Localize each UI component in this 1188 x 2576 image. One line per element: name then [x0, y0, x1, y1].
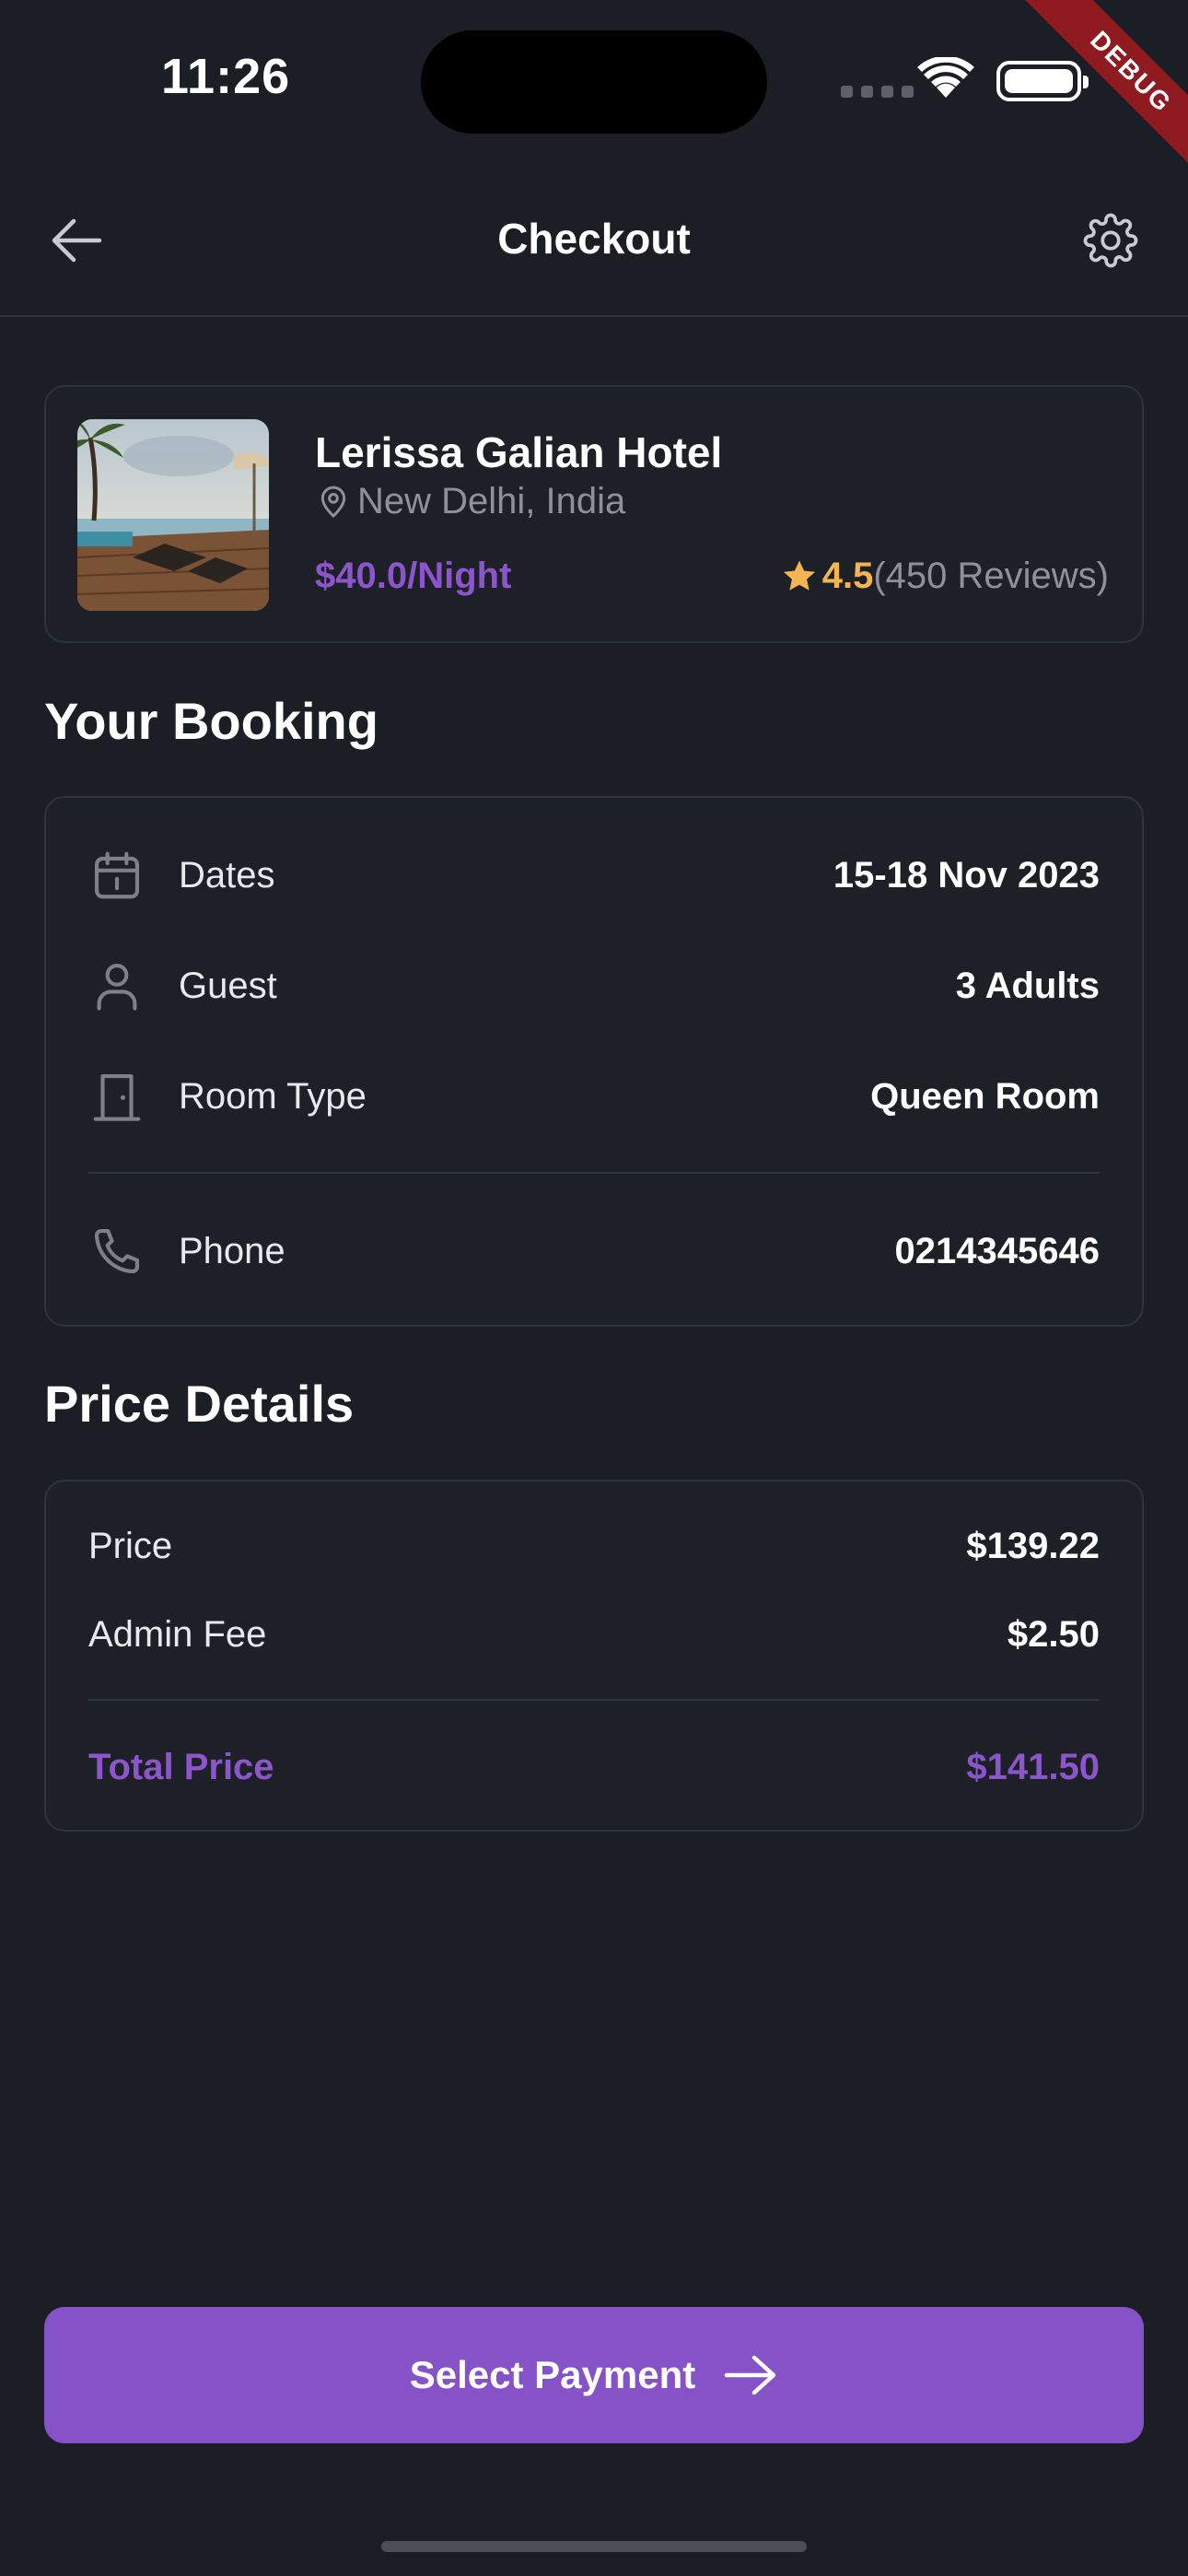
status-time: 11:26 [161, 49, 291, 104]
total-price-label: Total Price [88, 1747, 274, 1787]
hotel-location-text: New Delhi, India [357, 481, 626, 521]
booking-divider [88, 1172, 1100, 1174]
review-count: (450 Reviews) [873, 556, 1109, 596]
booking-value: 3 Adults [955, 965, 1100, 1006]
debug-banner-wrap: DEBUG [1004, 0, 1188, 184]
booking-label: Room Type [179, 1075, 367, 1117]
hotel-thumbnail [77, 419, 269, 611]
dynamic-island [421, 30, 767, 134]
gear-icon[interactable] [1083, 213, 1138, 268]
rating-value: 4.5 [821, 556, 874, 596]
door-icon [93, 1073, 141, 1121]
booking-label: Dates [179, 854, 275, 896]
booking-row-phone: Phone 0214345646 [88, 1214, 1100, 1288]
star-icon [783, 560, 815, 591]
admin-fee-row: Admin Fee $2.50 [88, 1614, 1100, 1656]
hotel-location: New Delhi, India [315, 481, 625, 522]
phone-icon [94, 1228, 140, 1274]
wifi-icon [917, 57, 974, 98]
booking-label: Guest [179, 965, 277, 1006]
booking-value: Queen Room [870, 1075, 1100, 1117]
booking-value: 15-18 Nov 2023 [833, 854, 1100, 896]
select-payment-label: Select Payment [409, 2353, 696, 2396]
booking-row-dates: Dates 15-18 Nov 2023 [88, 838, 1100, 912]
price-row: Price $139.22 [88, 1526, 1100, 1567]
total-price-row: Total Price $141.50 [88, 1747, 1100, 1788]
price-value: $139.22 [966, 1526, 1100, 1566]
hotel-name: Lerissa Galian Hotel [315, 428, 723, 476]
select-payment-button[interactable]: Select Payment [44, 2307, 1144, 2443]
arrow-right-icon [725, 2355, 776, 2395]
calendar-icon [94, 851, 140, 899]
admin-fee-label: Admin Fee [88, 1614, 267, 1655]
booking-row-room-type: Room Type Queen Room [88, 1060, 1100, 1133]
admin-fee-value: $2.50 [1007, 1614, 1100, 1655]
cellular-signal-icon [841, 86, 914, 98]
debug-banner: DEBUG [1016, 0, 1188, 184]
home-indicator[interactable] [381, 2541, 807, 2552]
price-divider [88, 1699, 1100, 1701]
booking-value: 0214345646 [894, 1230, 1100, 1271]
booking-row-guest: Guest 3 Adults [88, 949, 1100, 1023]
price-details-heading: Price Details [44, 1375, 355, 1433]
person-icon [97, 963, 137, 1011]
hotel-price: $40.0/Night [315, 556, 512, 596]
page-title: Checkout [497, 215, 691, 263]
booking-heading: Your Booking [44, 692, 379, 750]
price-label: Price [88, 1526, 173, 1566]
header-divider [0, 315, 1188, 317]
location-pin-icon [320, 486, 346, 518]
hotel-rating: 4.5 (450 Reviews) [780, 556, 1109, 597]
total-price-value: $141.50 [966, 1747, 1100, 1787]
booking-label: Phone [179, 1230, 285, 1271]
